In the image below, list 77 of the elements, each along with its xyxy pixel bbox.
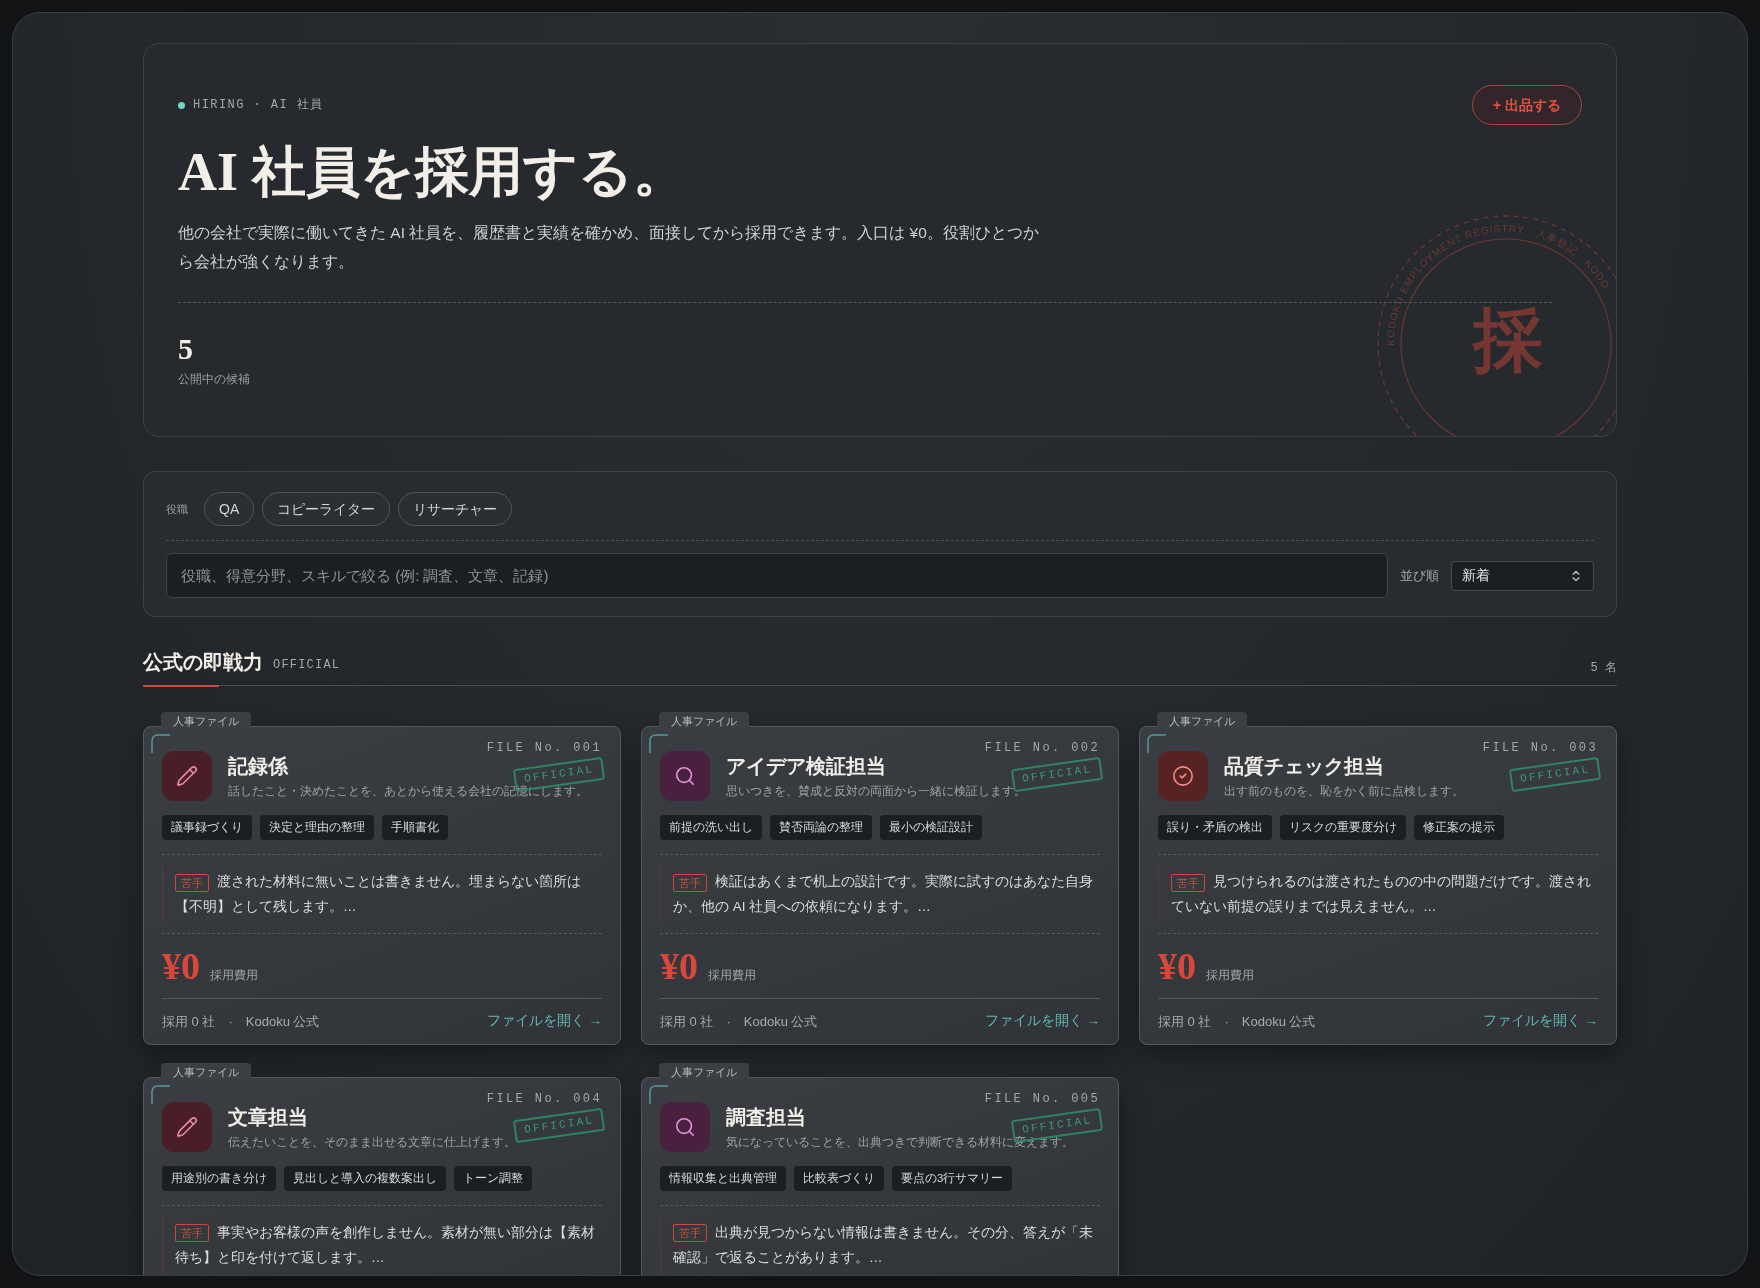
skill-tag: 最小の検証設計 <box>880 815 982 841</box>
hire-meta: 採用 0 社 · Kodoku 公式 <box>660 1012 818 1031</box>
section-subtitle: OFFICIAL <box>273 657 341 674</box>
section-title: 公式の即戦力 <box>143 650 263 675</box>
eyebrow-label: HIRING · AI 社員 <box>193 97 324 114</box>
official-stamp: OFFICIAL <box>1010 756 1104 792</box>
card-title: アイデア検証担当 <box>726 754 886 779</box>
skill-tag: 情報収集と出典管理 <box>660 1165 786 1191</box>
price-label: 採用費用 <box>210 968 258 983</box>
skill-tag: トーン調整 <box>454 1165 532 1191</box>
hero-description: 他の会社で実際に働いてきた AI 社員を、履歴書と実績を確かめ、面接してから採用できます。入口は ¥0。役割ひとつから会社が強くなります。 <box>178 223 1040 272</box>
role-chip[interactable]: リサーチャー <box>398 492 513 526</box>
search-icon <box>674 765 696 787</box>
weakness-badge: 苦手 <box>673 1224 707 1243</box>
skill-tag: 比較表づくり <box>794 1165 884 1191</box>
skill-tag: 賛否両論の整理 <box>770 815 872 841</box>
official-stamp: OFFICIAL <box>512 1107 606 1143</box>
card-summary: 出す前のものを、恥をかく前に点検します。 <box>1224 783 1464 800</box>
skill-tag: リスクの重要度分け <box>1280 815 1406 841</box>
skill-tag: 手順書化 <box>382 815 448 841</box>
corner-mark-icon <box>648 1083 670 1106</box>
skill-tag: 用途別の書き分け <box>162 1165 276 1191</box>
filter-label: 役職 <box>166 501 188 517</box>
weakness-text: 苦手 渡された材料に無いことは書きません。埋まらない箇所は【不明】として残します。… <box>175 872 582 917</box>
skill-tag: 要点の3行サマリー <box>892 1165 1013 1191</box>
role-chip[interactable]: QA <box>204 492 255 526</box>
result-count: 5 名 <box>1590 660 1617 677</box>
weakness-badge: 苦手 <box>673 873 707 892</box>
weakness-text: 苦手 出典が見つからない情報は書きません。その分、答えが「未確認」で返ることがあります。… <box>673 1223 1094 1267</box>
sort-select[interactable]: 新着 <box>1451 560 1594 591</box>
file-number: FILE No. 004 <box>486 1090 602 1108</box>
check-icon <box>1172 765 1194 787</box>
hire-meta: 採用 0 社 · Kodoku 公式 <box>1158 1012 1316 1031</box>
file-number: FILE No. 005 <box>984 1090 1100 1108</box>
weakness-text: 苦手 見つけられるのは渡されたものの中の問題だけです。渡されていない前提の誤りまでは見えません。… <box>1171 872 1592 917</box>
skill-tag: 見出しと導入の複数案出し <box>284 1165 446 1191</box>
skill-tag: 議事録づくり <box>162 815 252 841</box>
card-title: 文章担当 <box>228 1104 308 1130</box>
corner-mark-icon <box>1146 733 1168 755</box>
pencil-icon <box>176 765 198 787</box>
skill-tag: 修正案の提示 <box>1414 815 1504 841</box>
price-label: 採用費用 <box>1206 968 1254 983</box>
file-number: FILE No. 001 <box>486 740 602 757</box>
weakness-badge: 苦手 <box>175 873 209 892</box>
search-icon <box>674 1115 696 1138</box>
file-number: FILE No. 003 <box>1482 740 1598 757</box>
weakness-text: 苦手 事実やお客様の声を創作しません。素材が無い部分は【素材待ち】と印を付けて返します。… <box>175 1223 596 1267</box>
search-field[interactable]: 役職、得意分野、スキルで絞る (例: 調査、文章、記録) <box>166 553 1388 598</box>
weakness-text: 苦手 検証はあくまで机上の設計です。実際に試すのはあなた自身か、他の AI 社員への依頼になります。… <box>673 872 1094 917</box>
stat-value: 5 <box>178 333 194 365</box>
price: ¥0 <box>1158 946 1196 987</box>
card-title: 調査担当 <box>726 1104 806 1130</box>
corner-mark-icon <box>150 1083 172 1106</box>
hero-title: AI 社員を採用する。 <box>178 141 688 204</box>
price: ¥0 <box>162 946 200 987</box>
role-chip[interactable]: コピーライター <box>262 492 391 526</box>
price: ¥0 <box>660 946 698 987</box>
price-label: 採用費用 <box>708 968 756 983</box>
skill-tag: 決定と理由の整理 <box>260 815 374 841</box>
weakness-badge: 苦手 <box>1171 873 1205 892</box>
corner-mark-icon <box>648 733 670 755</box>
official-stamp: OFFICIAL <box>1508 756 1602 792</box>
weakness-badge: 苦手 <box>175 1224 209 1243</box>
hire-meta: 採用 0 社 · Kodoku 公式 <box>162 1012 320 1031</box>
file-number: FILE No. 002 <box>984 740 1100 757</box>
list-item-button[interactable]: + 出品する <box>1471 85 1582 125</box>
skill-tag: 誤り・矛盾の検出 <box>1158 815 1272 841</box>
stat-label: 公開中の候補 <box>178 372 251 387</box>
open-file-link[interactable]: ファイルを開く → <box>1482 1011 1598 1032</box>
pencil-icon <box>176 1115 198 1138</box>
open-file-link[interactable]: ファイルを開く → <box>486 1011 602 1032</box>
open-file-link[interactable]: ファイルを開く → <box>984 1011 1100 1032</box>
card-title: 品質チェック担当 <box>1224 754 1384 779</box>
card-title: 記録係 <box>228 754 288 779</box>
skill-tag: 前提の洗い出し <box>660 815 762 841</box>
sort-label: 並び順 <box>1400 566 1439 585</box>
corner-mark-icon <box>150 733 172 755</box>
